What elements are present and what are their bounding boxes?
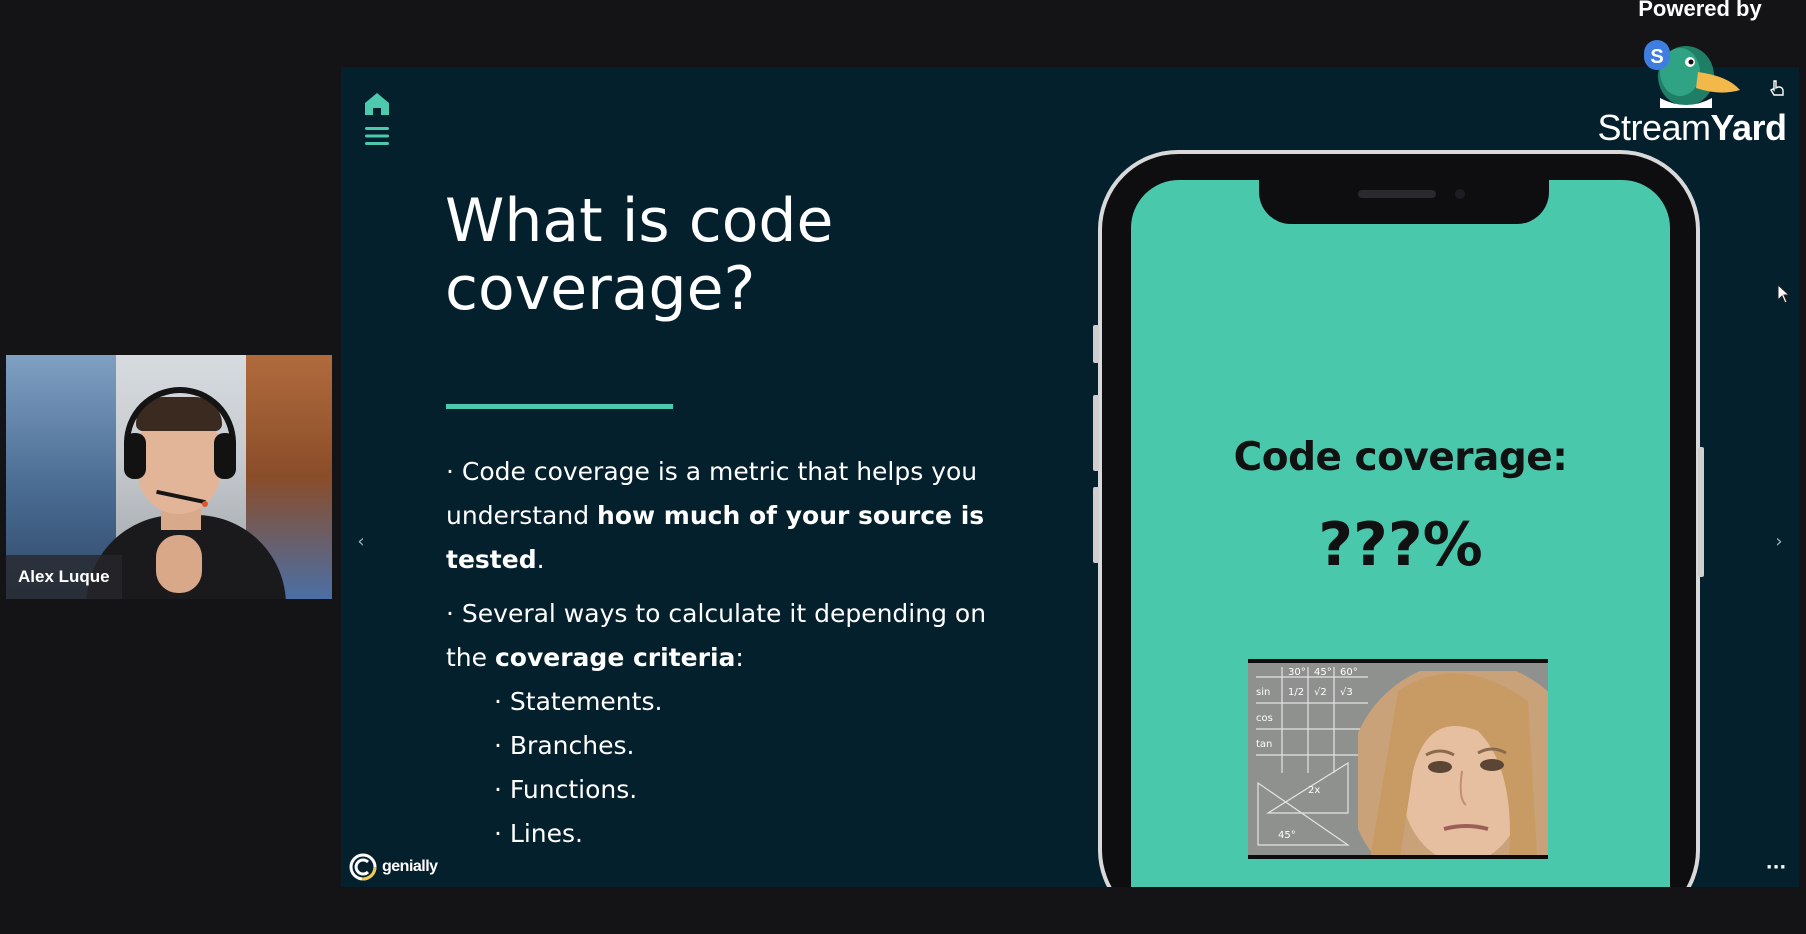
streamyard-word-stream: Stream bbox=[1597, 107, 1711, 148]
confused-math-meme-image: sin cos tan 30° 45° 60° 1/2 √2 √3 45° 2x bbox=[1248, 659, 1548, 859]
meme-face bbox=[1358, 671, 1548, 855]
svg-text:sin: sin bbox=[1256, 687, 1270, 698]
participant-video-tile[interactable]: Alex Luque bbox=[6, 355, 332, 599]
phone-side-button bbox=[1698, 447, 1704, 577]
phone-notch bbox=[1259, 180, 1549, 224]
participant-name-tag: Alex Luque bbox=[6, 555, 122, 599]
svg-text:√3: √3 bbox=[1340, 687, 1353, 698]
phone-side-button bbox=[1093, 487, 1099, 563]
headset-earcup bbox=[214, 433, 236, 479]
headset-mic-light bbox=[202, 501, 208, 507]
svg-text:√2: √2 bbox=[1314, 687, 1327, 698]
svg-text:2x: 2x bbox=[1308, 785, 1320, 796]
phone-speaker bbox=[1358, 190, 1436, 198]
svg-text:1/2: 1/2 bbox=[1288, 687, 1304, 698]
svg-text:45°: 45° bbox=[1314, 667, 1332, 678]
streamyard-duck-logo-icon: S bbox=[1644, 40, 1740, 108]
phone-camera-icon bbox=[1455, 189, 1465, 199]
phone-side-button bbox=[1093, 325, 1099, 363]
phone-screen: Code coverage: ???% sin cos tan 30° 45° … bbox=[1131, 180, 1670, 887]
svg-text:45°: 45° bbox=[1278, 830, 1296, 841]
svg-text:60°: 60° bbox=[1340, 667, 1358, 678]
stage: Alex Luque What is code coverage? · Code… bbox=[0, 0, 1806, 934]
coverage-value: ???% bbox=[1318, 510, 1483, 580]
headset-earcup bbox=[124, 433, 146, 479]
powered-by-label: Powered by bbox=[1638, 0, 1762, 21]
coverage-heading: Code coverage: bbox=[1233, 435, 1568, 480]
streamyard-wordmark: StreamYard bbox=[1592, 106, 1792, 150]
phone-side-button bbox=[1093, 395, 1099, 471]
cam-person-hand bbox=[156, 535, 202, 593]
phone-layer: Code coverage: ???% sin cos tan 30° 45° … bbox=[341, 67, 1799, 887]
svg-text:cos: cos bbox=[1256, 713, 1273, 724]
svg-text:tan: tan bbox=[1256, 739, 1272, 750]
svg-text:S: S bbox=[1650, 46, 1663, 68]
svg-text:30°: 30° bbox=[1288, 667, 1306, 678]
meme-picture: sin cos tan 30° 45° 60° 1/2 √2 √3 45° 2x bbox=[1248, 663, 1548, 855]
streamyard-word-yard: Yard bbox=[1710, 107, 1788, 148]
